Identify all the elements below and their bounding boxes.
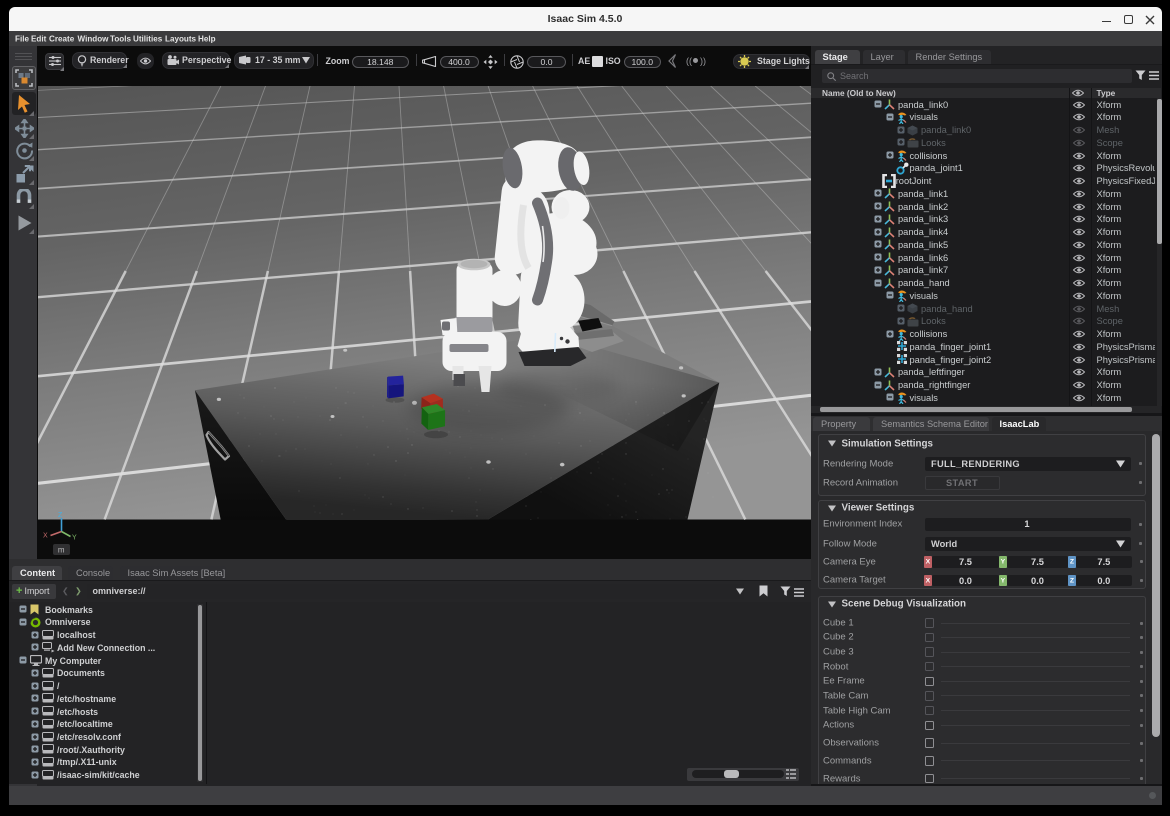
svg-text:Y: Y — [72, 535, 77, 541]
svg-text:Z: Z — [58, 512, 63, 519]
svg-text:X: X — [43, 533, 48, 540]
